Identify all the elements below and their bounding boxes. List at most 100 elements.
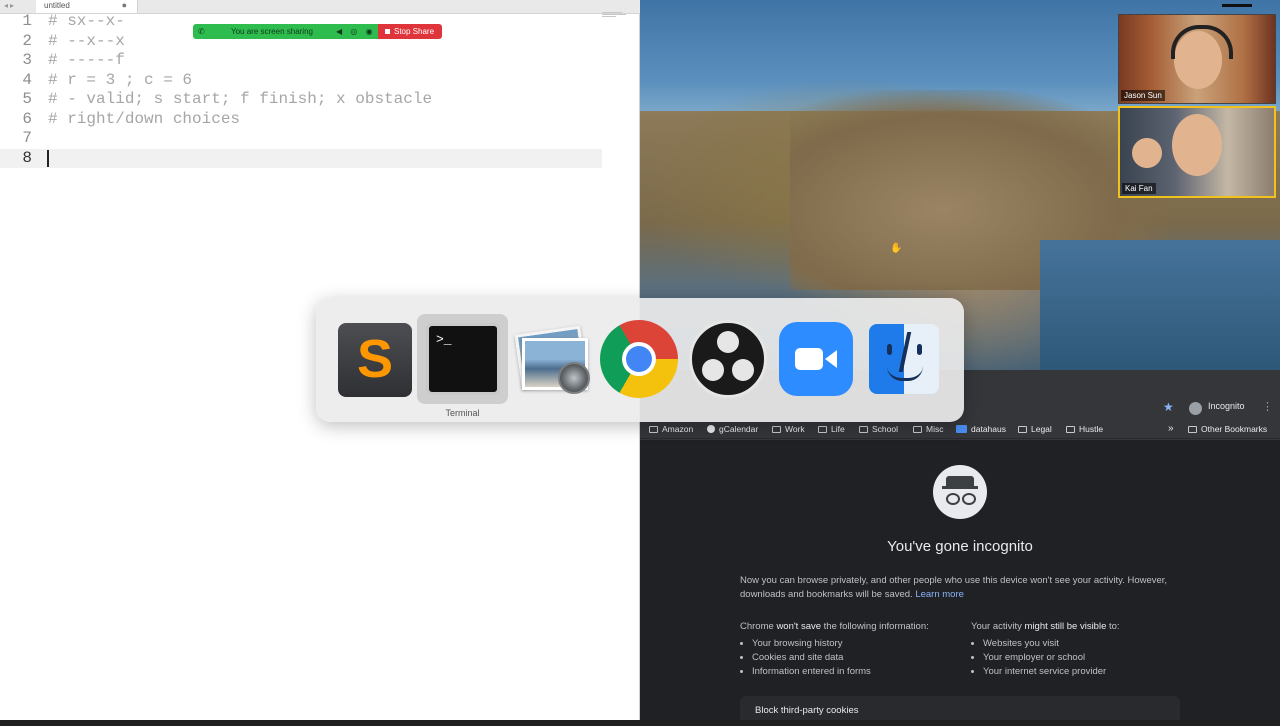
learn-more-link[interactable]: Learn more [915, 589, 964, 600]
wont-save-section: Chrome won't save the following informat… [740, 620, 929, 679]
folder-icon [1018, 426, 1027, 433]
code-line: 4 # r = 3 ; c = 6 [0, 71, 602, 91]
bookmark-label: Other Bookmarks [1201, 424, 1268, 434]
more-bookmarks-chevron-icon[interactable]: » [1168, 423, 1174, 434]
incognito-new-tab-page: You've gone incognito Now you can browse… [640, 440, 1280, 720]
incognito-title: You've gone incognito [887, 538, 1033, 555]
line-number: 4 [22, 70, 32, 89]
still-visible-heading: Your activity might still be visible to: [971, 620, 1120, 634]
still-visible-section: Your activity might still be visible to:… [971, 620, 1120, 679]
line-number: 1 [22, 12, 32, 30]
app-preview[interactable] [512, 320, 590, 398]
participant-name-tag: Jason Sun [1121, 90, 1165, 101]
line-number: 7 [22, 129, 32, 147]
list-item: Your employer or school [983, 651, 1120, 665]
incognito-profile-label[interactable]: Incognito [1208, 401, 1245, 411]
app-zoom[interactable] [777, 320, 855, 398]
bookmark-life[interactable]: Life [818, 424, 845, 434]
folder-icon [772, 426, 781, 433]
line-number: 6 [22, 109, 32, 128]
share-controls-icon[interactable]: ◀ ◎ ◉ [336, 24, 376, 39]
bookmark-datahaus[interactable]: datahaus [956, 424, 1006, 434]
finder-icon [869, 324, 939, 394]
app-obs[interactable] [689, 320, 767, 398]
wallpaper-sea [1040, 240, 1280, 370]
line-number: 3 [22, 51, 32, 69]
sublime-icon: S [338, 323, 412, 397]
phone-icon: ✆ [198, 27, 205, 36]
sublime-s-glyph: S [356, 329, 394, 389]
line-text: # --x--x [48, 31, 125, 50]
spy-hat-brim [942, 486, 978, 489]
code-line: 3 # -----f [0, 51, 602, 71]
line-number: 8 [22, 148, 32, 167]
participant-video-jason[interactable]: Jason Sun [1118, 14, 1276, 104]
bookmark-amazon[interactable]: Amazon [649, 424, 693, 434]
block-third-party-cookies-card[interactable]: Block third-party cookies [740, 696, 1180, 720]
heading-bold: might still be visible [1024, 621, 1107, 632]
spy-hat [946, 476, 974, 486]
spy-glasses-left [946, 493, 960, 505]
preview-magnifier [558, 362, 590, 394]
bookmark-work[interactable]: Work [772, 424, 805, 434]
heading-text: the following information: [821, 621, 929, 632]
participant-face [1172, 114, 1222, 176]
headset [1171, 25, 1233, 59]
chrome-menu-icon[interactable]: ⋮ [1262, 400, 1273, 413]
heading-text: Chrome [740, 621, 777, 632]
bookmarks-bar: Amazon gCalendar Work Life School Misc d… [640, 420, 1280, 439]
bookmark-other[interactable]: Other Bookmarks [1188, 424, 1267, 434]
mouse-cursor-icon: ✋ [890, 243, 903, 254]
obs-icon [689, 320, 767, 398]
obs-dot [732, 359, 754, 381]
app-terminal[interactable]: >_ [424, 320, 502, 398]
bookmark-star-icon[interactable]: ★ [1163, 400, 1174, 414]
list-item: Cookies and site data [752, 651, 929, 665]
participant-video-kai[interactable]: Kai Fan [1118, 106, 1276, 198]
terminal-prompt: >_ [436, 332, 452, 347]
incognito-profile-icon[interactable] [1189, 402, 1202, 415]
terminal-icon: >_ [426, 323, 500, 395]
minimap[interactable] [602, 12, 628, 20]
bookmark-misc[interactable]: Misc [913, 424, 943, 434]
chrome-window: ★ Incognito ⋮ Amazon gCalendar Work Life… [640, 370, 1280, 720]
current-code-line: 8 [0, 148, 602, 168]
line-number: 2 [22, 31, 32, 50]
folder-icon [913, 426, 922, 433]
bookmark-label: gCalendar [719, 424, 759, 434]
bookmark-label: Life [831, 424, 845, 434]
bookmark-gcalendar[interactable]: gCalendar [707, 424, 758, 434]
obs-dot [702, 359, 724, 381]
screen-share-status[interactable]: ✆ You are screen sharing ◀ ◎ ◉ [193, 24, 378, 39]
line-text: # right/down choices [48, 109, 241, 128]
list-item: Your internet service provider [983, 665, 1120, 679]
app-switcher: S >_ Terminal [316, 298, 964, 422]
zoom-camera-lens [825, 350, 837, 368]
bookmark-label: Hustle [1079, 424, 1104, 434]
app-chrome[interactable] [600, 320, 678, 398]
bookmark-label: Misc [926, 424, 944, 434]
finder-eye [887, 344, 892, 355]
tab-nav-arrows-icon[interactable]: ◂▸ [4, 0, 16, 11]
stop-icon [385, 29, 390, 34]
bookmark-hustle[interactable]: Hustle [1066, 424, 1103, 434]
code-line: 6 # right/down choices [0, 110, 602, 130]
bookmark-school[interactable]: School [859, 424, 898, 434]
heading-text: Your activity [971, 621, 1025, 632]
unsaved-dot-icon[interactable]: ● [122, 0, 127, 11]
code-line: 7 [0, 129, 602, 149]
bookmark-legal[interactable]: Legal [1018, 424, 1052, 434]
app-sublime[interactable]: S [336, 320, 414, 398]
google-icon [707, 425, 715, 433]
line-text: # -----f [48, 51, 125, 69]
bookmark-label: School [872, 424, 898, 434]
selected-app-label: Terminal [445, 408, 480, 418]
code-line: 5 # - valid; s start; f finish; x obstacl… [0, 90, 602, 110]
bookmark-label: Work [785, 424, 805, 434]
incognito-intro: Now you can browse privately, and other … [740, 574, 1180, 602]
stop-share-button[interactable]: Stop Share [378, 24, 442, 39]
line-text: # sx--x- [48, 12, 125, 30]
app-finder[interactable] [865, 320, 943, 398]
editor-tab-label: untitled [44, 1, 70, 10]
stop-share-label: Stop Share [394, 27, 435, 36]
